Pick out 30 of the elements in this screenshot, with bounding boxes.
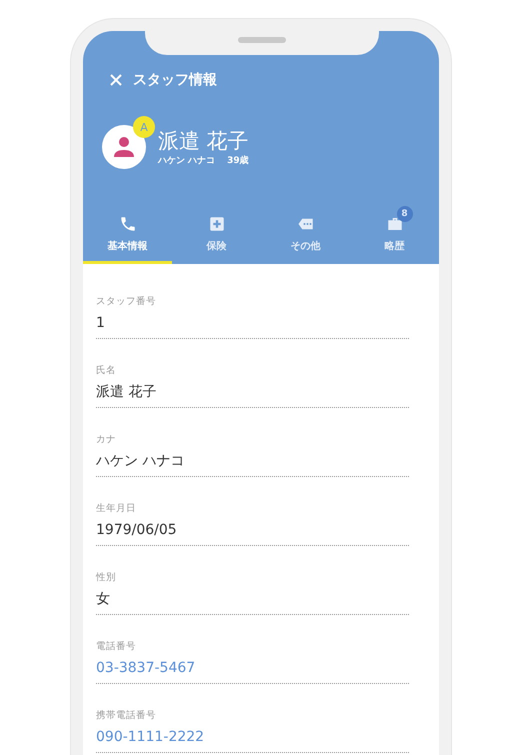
- field-label: 生年月日: [96, 503, 137, 515]
- person-icon: [112, 135, 136, 159]
- field-value: 女: [96, 591, 111, 608]
- field-label: 性別: [96, 572, 117, 584]
- briefcase-icon: [386, 215, 404, 233]
- count-badge: 8: [396, 206, 412, 222]
- field-label: 氏名: [96, 365, 117, 377]
- tab[interactable]: その他: [261, 207, 350, 264]
- speaker-grille: [238, 37, 286, 43]
- close-icon[interactable]: [109, 73, 123, 87]
- field-label: 携帯電話番号: [96, 710, 157, 722]
- tab[interactable]: 基本情報: [83, 207, 172, 264]
- phone-link[interactable]: 03-3837-5467: [96, 660, 409, 677]
- phone-icon: [118, 215, 136, 233]
- tab[interactable]: 8 略歴: [350, 207, 439, 264]
- staff-age: 39歳: [227, 154, 249, 166]
- phone-link[interactable]: 090-1111-2222: [96, 729, 409, 746]
- staff-name: 派遣 花子: [158, 128, 249, 154]
- field-label: カナ: [96, 434, 117, 446]
- field-value: ハケン ハナコ: [96, 453, 186, 470]
- staff-kana: ハケン ハナコ: [158, 154, 216, 166]
- rank-badge: A: [133, 116, 155, 138]
- field-label: スタッフ番号: [96, 296, 157, 308]
- field-value: 1979/06/05: [96, 522, 178, 539]
- field-value: 1: [96, 315, 106, 332]
- medical-cross-icon: [208, 215, 226, 233]
- screen-title: スタッフ情報: [133, 71, 217, 89]
- tab[interactable]: 保険: [172, 207, 261, 264]
- field-label: 電話番号: [96, 641, 137, 653]
- field-value: 派遣 花子: [96, 384, 158, 401]
